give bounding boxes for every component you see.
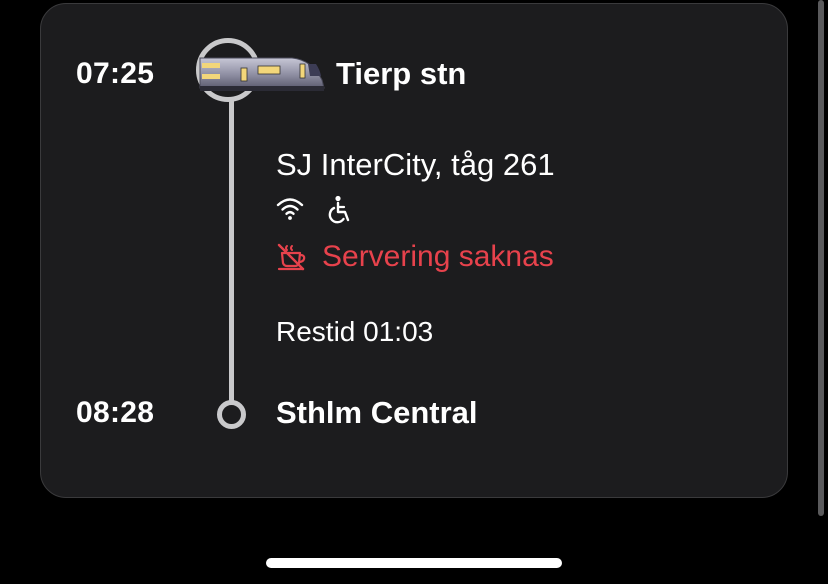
timeline-line: [229, 100, 234, 406]
arrival-time: 08:28: [76, 396, 155, 429]
service-status-text: Servering saknas: [322, 240, 554, 273]
departure-station: Tierp stn: [336, 56, 467, 91]
arrival-marker: [217, 400, 246, 429]
arrival-station: Sthlm Central: [276, 395, 478, 430]
train-name: SJ InterCity, tåg 261: [276, 147, 555, 182]
wifi-icon: [276, 198, 304, 220]
home-indicator[interactable]: [266, 558, 562, 568]
departure-time: 07:25: [76, 57, 155, 90]
travel-time: Restid 01:03: [276, 316, 434, 347]
train-icon: [199, 57, 325, 91]
no-food-service-icon: [277, 243, 306, 271]
wheelchair-accessible-icon: [328, 195, 350, 224]
scroll-indicator[interactable]: [818, 0, 824, 516]
